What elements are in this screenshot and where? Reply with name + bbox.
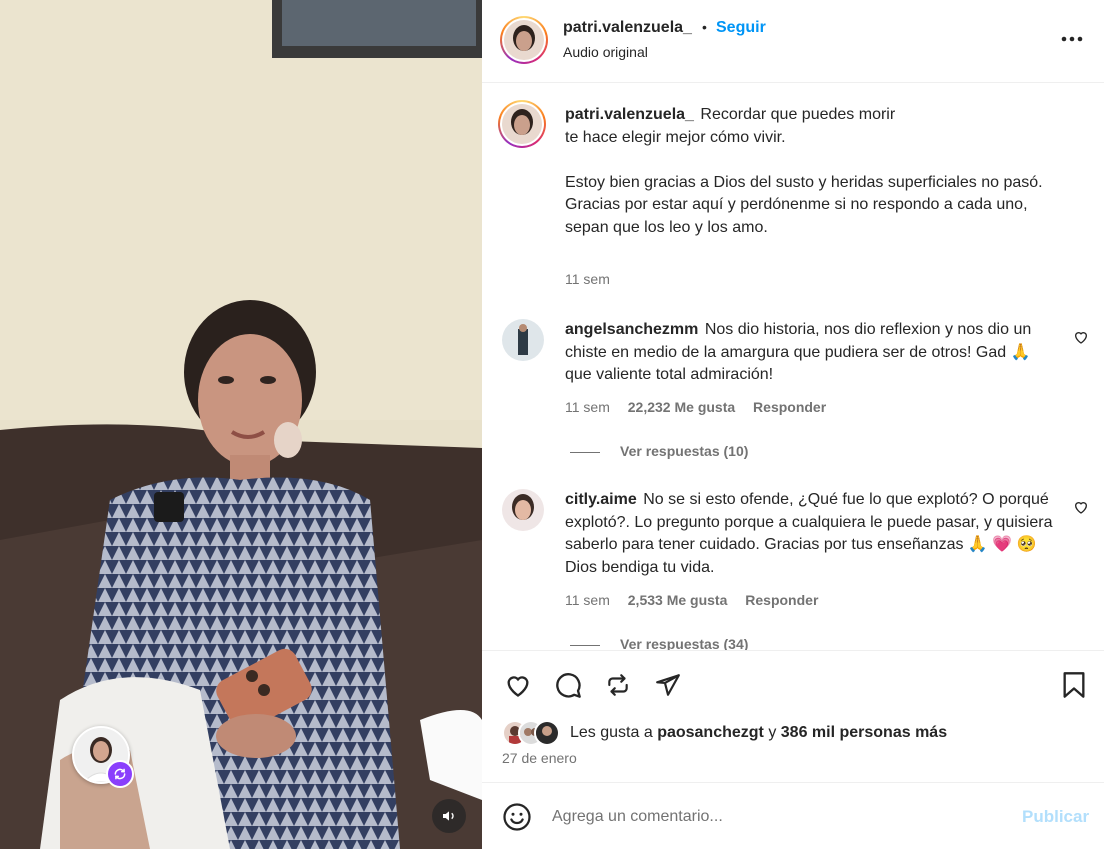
author-username[interactable]: patri.valenzuela_ [563,19,692,37]
caption-line-4: Gracias por estar aquí y perdónenme si n… [565,196,1028,236]
commenter-avatar[interactable] [502,319,544,361]
liker-avatar [534,720,560,746]
caption-meta: 11 sem [565,271,624,287]
audio-link[interactable]: Audio original [563,44,648,60]
repost-icon[interactable] [602,669,634,701]
comment-likes[interactable]: 22,232 Me gusta [628,399,735,415]
bookmark-icon[interactable] [1058,669,1090,701]
commenter-avatar[interactable] [502,489,544,531]
caption-line-3: Estoy bien gracias a Dios del susto y he… [565,173,1043,191]
caption-username[interactable]: patri.valenzuela_ [565,106,694,123]
likes-prefix: Les gusta a [570,724,653,741]
likes-summary[interactable]: Les gusta a paosanchezgt y 386 mil perso… [570,724,947,742]
view-replies-button[interactable]: Ver respuestas (10) [570,443,748,459]
add-comment-bar: Publicar [482,782,1104,849]
post-actions: Les gusta a paosanchezgt y 386 mil perso… [482,650,1104,782]
comment-likes[interactable]: 2,533 Me gusta [628,592,728,608]
caption-line-1: Recordar que puedes morir [700,106,896,123]
view-replies-label: Ver respuestas (34) [620,636,749,650]
comment-text: citly.aime No se si esto ofende, ¿Qué fu… [565,489,1055,579]
comment-time[interactable]: 11 sem [565,592,610,608]
caption-text: patri.valenzuela_ Recordar que puedes mo… [565,104,1065,239]
send-icon[interactable] [652,669,684,701]
view-replies-button[interactable]: Ver respuestas (34) [570,636,748,650]
separator-dot: • [702,19,707,35]
comment-body: No se si esto ofende, ¿Qué fue lo que ex… [565,491,1053,576]
comment-time[interactable]: 11 sem [565,399,610,415]
comment-like-icon[interactable] [1073,329,1089,345]
reply-button[interactable]: Responder [753,399,826,415]
caption-line-2: te hace elegir mejor cómo vivir. [565,128,786,146]
comment-icon[interactable] [552,669,584,701]
comment-meta: 11 sem 2,533 Me gusta Responder [565,592,832,608]
likes-others[interactable]: 386 mil personas más [781,724,947,741]
likes-user[interactable]: paosanchezgt [657,724,764,741]
emoji-icon[interactable] [502,802,532,832]
post-date[interactable]: 27 de enero [502,750,577,766]
publish-button[interactable]: Publicar [1022,807,1089,827]
comment-like-icon[interactable] [1073,499,1089,515]
comments-list[interactable]: patri.valenzuela_ Recordar que puedes mo… [482,84,1104,650]
likes-connector: y [768,724,777,741]
comment-username[interactable]: angelsanchezmm [565,321,698,338]
comment-meta: 11 sem 22,232 Me gusta Responder [565,399,840,415]
follow-button[interactable]: Seguir [716,19,766,37]
comment-input[interactable] [552,803,1002,831]
comment-text: angelsanchezmm Nos dio historia, nos dio… [565,319,1055,387]
post-side-panel: patri.valenzuela_ • Seguir Audio origina… [482,0,1104,849]
view-replies-label: Ver respuestas (10) [620,443,749,459]
video-frame [0,0,482,849]
speaker-icon[interactable] [432,799,466,833]
comment-username[interactable]: citly.aime [565,491,637,508]
caption-time[interactable]: 11 sem [565,271,610,287]
post-header: patri.valenzuela_ • Seguir Audio origina… [482,0,1104,83]
replies-divider [570,644,600,646]
reply-button[interactable]: Responder [745,592,818,608]
reel-video[interactable] [0,0,482,849]
replies-divider [570,451,600,453]
more-options-icon[interactable] [1058,27,1086,51]
author-avatar[interactable] [500,16,548,64]
caption-author-avatar[interactable] [498,100,546,148]
remix-icon[interactable] [106,760,134,788]
heart-icon[interactable] [502,669,534,701]
